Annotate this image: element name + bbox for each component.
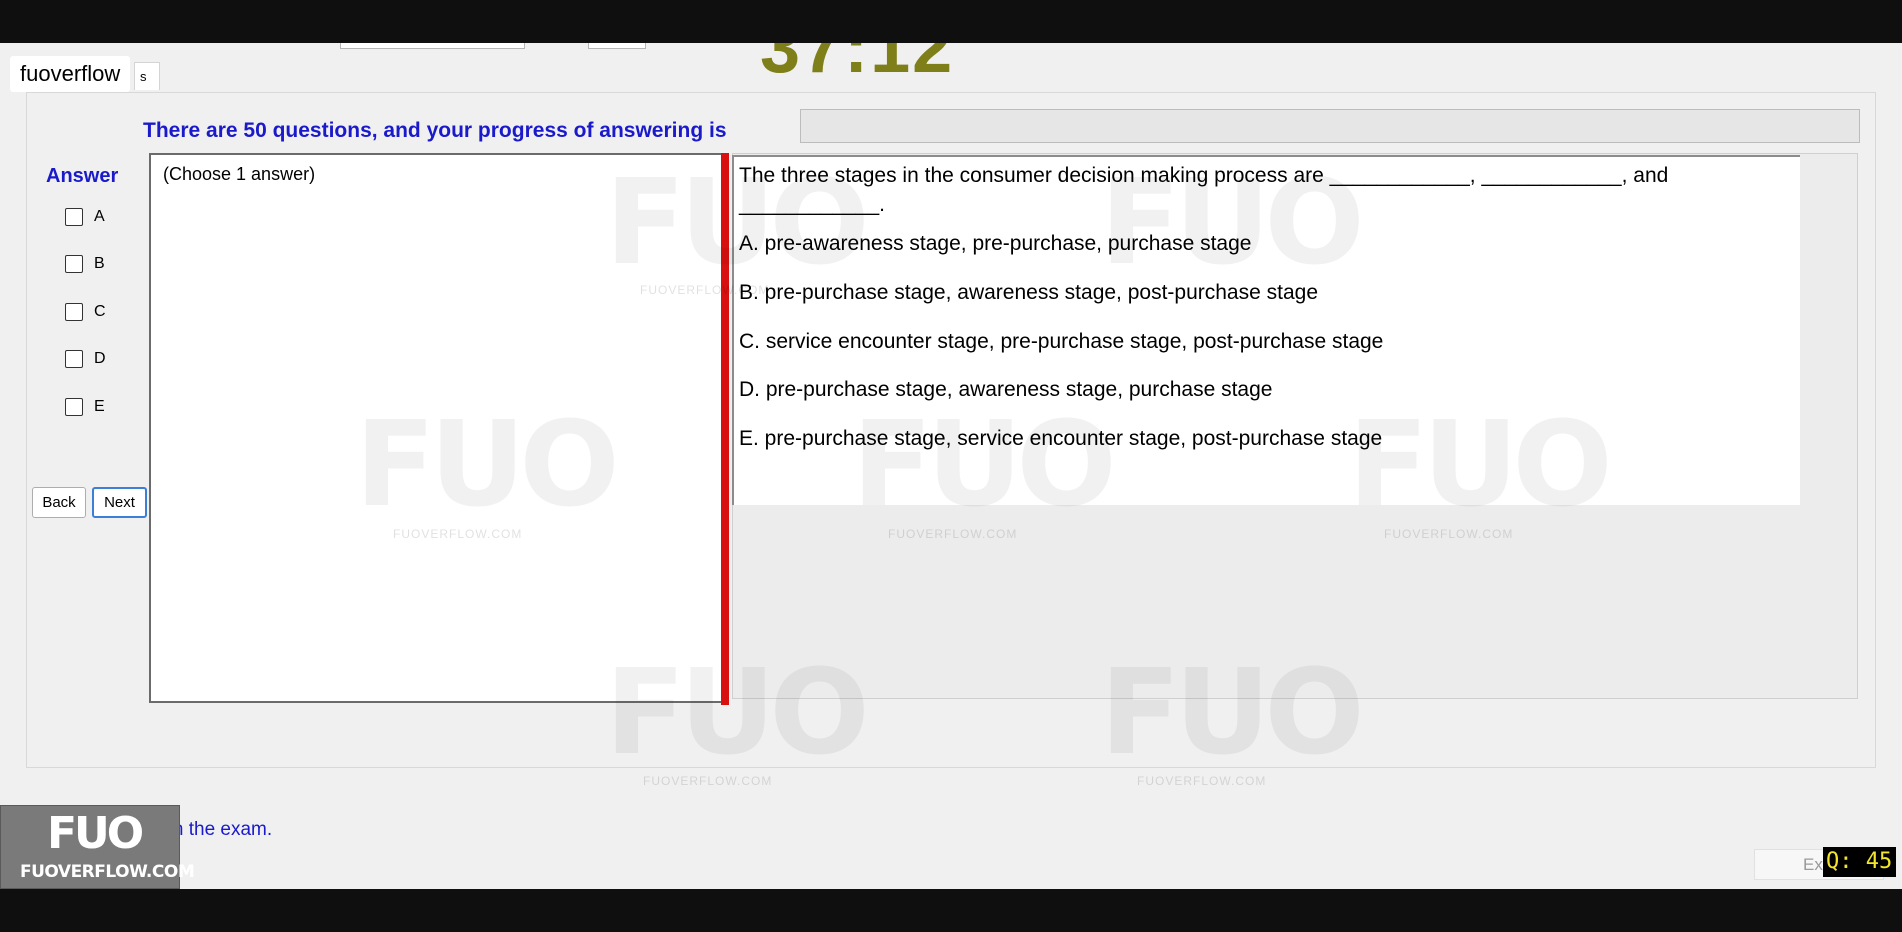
fuoverflow-logo: FUO FUOVERFLOW.COM — [0, 805, 195, 889]
question-option-d: D. pre-purchase stage, awareness stage, … — [739, 378, 1273, 401]
question-content: The three stages in the consumer decisio… — [732, 155, 1800, 505]
question-option-c: C. service encounter stage, pre-purchase… — [739, 330, 1384, 353]
checkbox-c[interactable] — [65, 303, 83, 321]
back-button[interactable]: Back — [32, 487, 86, 518]
question-counter: Q: 45 — [1823, 847, 1896, 877]
progress-bar — [800, 109, 1860, 143]
checkbox-b[interactable] — [65, 255, 83, 273]
answer-heading: Answer — [46, 165, 119, 187]
answer-option-d[interactable]: D — [65, 350, 106, 368]
answer-option-label: C — [94, 303, 106, 320]
answer-notes-panel[interactable]: (Choose 1 answer) — [149, 153, 724, 703]
answer-option-label: E — [94, 398, 105, 415]
progress-label: There are 50 questions, and your progres… — [143, 119, 727, 142]
channel-label: fuoverflow — [10, 56, 131, 92]
answer-option-b[interactable]: B — [65, 255, 105, 273]
answer-option-label: B — [94, 255, 105, 272]
question-option-b: B. pre-purchase stage, awareness stage, … — [739, 281, 1318, 304]
logo-text: FUOVERFLOW.COM — [20, 862, 195, 882]
checkbox-e[interactable] — [65, 398, 83, 416]
answer-option-a[interactable]: A — [65, 208, 105, 226]
answer-option-e[interactable]: E — [65, 398, 105, 416]
logo-mark: FUO — [47, 808, 144, 859]
watermark-site: FUOVERFLOW.COM — [643, 774, 773, 788]
bottom-letterbox-bar — [0, 889, 1902, 932]
question-text: The three stages in the consumer decisio… — [739, 164, 1669, 216]
answer-option-label: A — [94, 208, 105, 225]
top-combo-box[interactable] — [340, 43, 525, 49]
checkbox-a[interactable] — [65, 208, 83, 226]
tab-stub[interactable]: s — [134, 62, 160, 90]
top-small-box[interactable] — [588, 43, 646, 49]
question-option-e: E. pre-purchase stage, service encounter… — [739, 427, 1383, 450]
answer-option-c[interactable]: C — [65, 303, 106, 321]
watermark-site: FUOVERFLOW.COM — [1137, 774, 1267, 788]
choose-instruction: (Choose 1 answer) — [163, 164, 316, 184]
answer-option-label: D — [94, 350, 106, 367]
exam-timer: 37:12 — [760, 43, 955, 88]
question-option-a: A. pre-awareness stage, pre-purchase, pu… — [739, 232, 1252, 255]
next-button[interactable]: Next — [92, 487, 147, 518]
panel-splitter[interactable] — [721, 153, 729, 705]
exam-window: 37:12 s fuoverflow There are 50 question… — [0, 43, 1902, 889]
checkbox-d[interactable] — [65, 350, 83, 368]
top-letterbox-bar — [0, 0, 1902, 43]
